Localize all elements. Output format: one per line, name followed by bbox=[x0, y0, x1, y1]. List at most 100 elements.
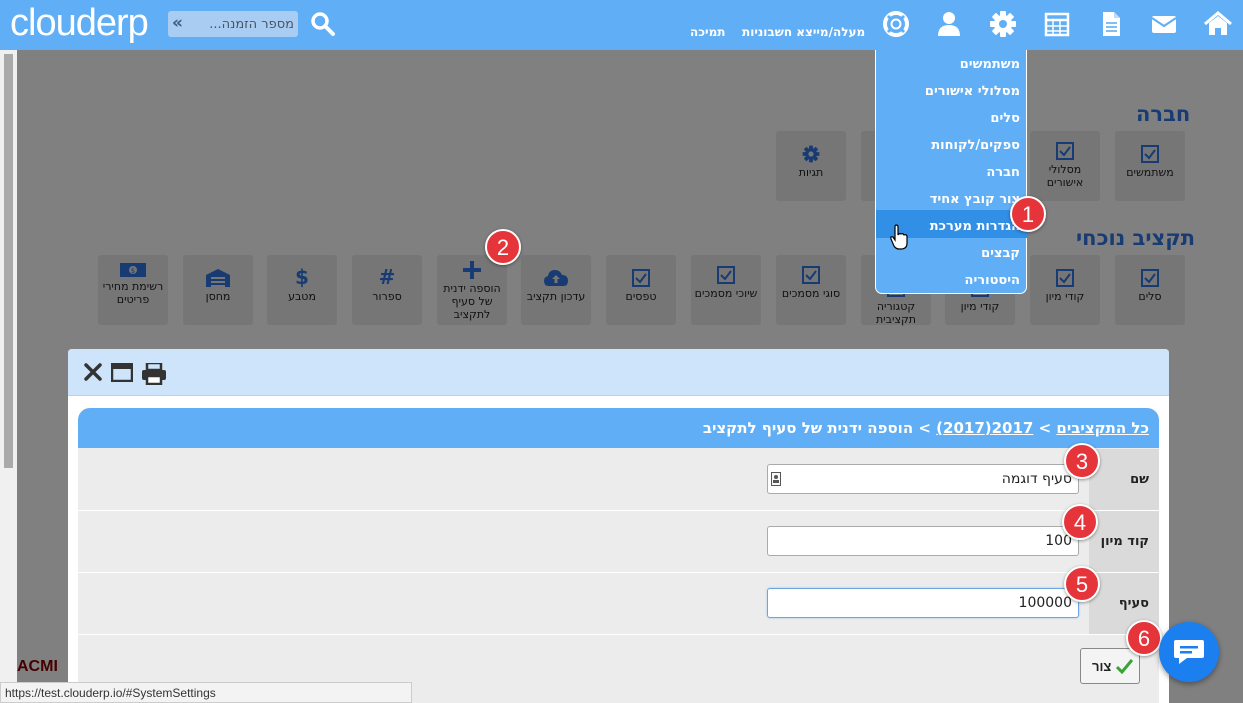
tile-tags[interactable]: תגיות bbox=[776, 131, 846, 201]
tile-baskets[interactable]: סלים bbox=[1115, 255, 1185, 325]
top-bar: clouderp « מעלה/מייצא חשבוניות תמיכה bbox=[0, 0, 1243, 50]
hash-icon: # bbox=[378, 265, 396, 289]
dollar-icon: $ bbox=[295, 265, 309, 289]
section-title-budget: תקציב נוכחי bbox=[1076, 226, 1196, 250]
checkbox-icon bbox=[1056, 269, 1074, 287]
support-link[interactable]: תמיכה bbox=[690, 25, 725, 39]
menu-item-system-settings[interactable]: הגדרות מערכת bbox=[930, 219, 1020, 234]
checkbox-icon bbox=[632, 269, 650, 287]
settings-dropdown-menu: משתמשים מסלולי אישורים סלים ספקים/לקוחות… bbox=[875, 50, 1028, 294]
tile-label: עדכון תקציב bbox=[526, 290, 586, 303]
maximize-window-icon[interactable] bbox=[111, 363, 133, 382]
page-scrollbar[interactable] bbox=[0, 50, 17, 685]
breadcrumb-current: הוספה ידנית של סעיף לתקציב bbox=[702, 419, 914, 437]
modal-toolbar bbox=[68, 349, 1169, 396]
scrollbar-thumb[interactable] bbox=[4, 54, 13, 468]
print-icon[interactable] bbox=[142, 363, 166, 385]
tile-document-types[interactable]: סוגי מסמכים bbox=[776, 255, 846, 325]
breadcrumb-all-budgets[interactable]: כל התקציבים bbox=[1056, 419, 1149, 437]
breadcrumb-budget[interactable]: 2017(2017) bbox=[936, 419, 1033, 437]
annotation-badge-2: 2 bbox=[485, 229, 521, 265]
annotation-badge-6: 6 bbox=[1126, 620, 1162, 656]
tile-label: סוגי מסמכים bbox=[781, 287, 841, 300]
gear-icon[interactable] bbox=[989, 10, 1017, 38]
breadcrumb-separator: > bbox=[1033, 419, 1057, 437]
tile-label: שיוכי מסמכים bbox=[694, 287, 758, 300]
contact-card-icon bbox=[771, 472, 781, 486]
tile-numbering[interactable]: # ספרור bbox=[352, 255, 422, 325]
tile-label: קודי מיון bbox=[1045, 290, 1085, 303]
tile-approval-routes[interactable]: מסלולי אישורים bbox=[1030, 131, 1100, 201]
gear-icon bbox=[802, 145, 820, 163]
budget-item-modal: כל התקציבים > 2017(2017) > הוספה ידנית ש… bbox=[68, 349, 1169, 703]
close-icon[interactable] bbox=[84, 363, 102, 381]
annotation-badge-3: 3 bbox=[1064, 443, 1100, 479]
sort-code-input[interactable] bbox=[767, 526, 1079, 556]
tile-document-assignments[interactable]: שיוכי מסמכים bbox=[691, 255, 761, 325]
menu-item-approval-routes[interactable]: מסלולי אישורים bbox=[925, 84, 1020, 99]
annotation-badge-1: 1 bbox=[1010, 196, 1046, 232]
section-title-company: חברה bbox=[1136, 102, 1191, 126]
tile-label: משתמשים bbox=[1126, 166, 1174, 179]
form-row-sort-code: קוד מיון bbox=[78, 511, 1159, 573]
home-icon[interactable] bbox=[1204, 10, 1232, 38]
document-icon[interactable] bbox=[1097, 10, 1125, 38]
search-icon[interactable] bbox=[310, 11, 336, 37]
form-row-name: שם bbox=[78, 449, 1159, 511]
banknote-icon: $ bbox=[120, 263, 146, 277]
envelope-icon[interactable] bbox=[1150, 10, 1178, 38]
tile-label: קטגוריה תקציבית bbox=[875, 300, 917, 326]
order-search-input[interactable] bbox=[194, 14, 294, 34]
checkbox-icon bbox=[1056, 142, 1074, 160]
user-icon[interactable] bbox=[935, 10, 963, 38]
svg-text:$: $ bbox=[131, 267, 135, 275]
background-logo-fragment: ACMI bbox=[17, 658, 58, 675]
menu-item-suppliers-customers[interactable]: ספקים/לקוחות bbox=[931, 138, 1020, 153]
order-search: « bbox=[168, 11, 298, 37]
form-row-item: סעיף bbox=[78, 573, 1159, 635]
upload-invoices-link[interactable]: מעלה/מייצא חשבוניות bbox=[742, 25, 865, 39]
menu-item-history[interactable]: היסטוריה bbox=[965, 273, 1020, 288]
tile-price-list[interactable]: $ רשימת מחירי פריטים bbox=[98, 255, 168, 325]
chat-button[interactable] bbox=[1159, 622, 1219, 682]
menu-item-users[interactable]: משתמשים bbox=[960, 57, 1020, 72]
tile-currency[interactable]: $ מטבע bbox=[267, 255, 337, 325]
menu-item-create-unified-file[interactable]: צור קובץ אחיד bbox=[930, 192, 1020, 207]
menu-item-files[interactable]: קבצים bbox=[981, 246, 1020, 261]
tile-forms[interactable]: טפסים bbox=[606, 255, 676, 325]
breadcrumb: כל התקציבים > 2017(2017) > הוספה ידנית ש… bbox=[78, 408, 1159, 448]
create-button-label: צור bbox=[1092, 659, 1112, 674]
checkbox-icon bbox=[717, 266, 735, 284]
item-input[interactable] bbox=[767, 588, 1079, 618]
name-input[interactable] bbox=[767, 464, 1079, 494]
checkbox-icon bbox=[802, 266, 820, 284]
tile-label: תגיות bbox=[798, 166, 824, 179]
budget-table-icon[interactable] bbox=[1043, 10, 1071, 38]
lifebuoy-icon[interactable] bbox=[882, 10, 910, 38]
logo[interactable]: clouderp bbox=[10, 2, 149, 45]
tile-hidden-partial[interactable] bbox=[861, 131, 875, 201]
chevrons-left-icon[interactable]: « bbox=[172, 13, 183, 33]
tile-label: סלים bbox=[1138, 290, 1162, 303]
checkbox-icon bbox=[1141, 145, 1159, 163]
breadcrumb-separator: > bbox=[913, 419, 937, 437]
hand-pointer-icon bbox=[890, 224, 908, 250]
tile-warehouse[interactable]: מחסן bbox=[183, 255, 253, 325]
chat-bubble-icon bbox=[1174, 640, 1204, 664]
warehouse-icon bbox=[206, 269, 230, 287]
cloud-upload-icon bbox=[544, 270, 568, 286]
menu-item-company[interactable]: חברה bbox=[986, 165, 1020, 180]
tile-users[interactable]: משתמשים bbox=[1115, 131, 1185, 201]
annotation-badge-4: 4 bbox=[1062, 504, 1098, 540]
tile-budget-update[interactable]: עדכון תקציב bbox=[521, 255, 591, 325]
tile-label: ספרור bbox=[372, 290, 402, 303]
sort-code-label: קוד מיון bbox=[1089, 511, 1159, 572]
tile-label: טפסים bbox=[625, 290, 657, 303]
tile-label: מחסן bbox=[205, 290, 231, 303]
checkmark-icon bbox=[1116, 659, 1133, 674]
menu-item-baskets[interactable]: סלים bbox=[990, 111, 1020, 126]
tile-manual-add-budget-item[interactable]: הוספה ידנית של סעיף לתקציב bbox=[437, 255, 507, 325]
form-panel: כל התקציבים > 2017(2017) > הוספה ידנית ש… bbox=[78, 408, 1159, 703]
create-button[interactable]: צור bbox=[1080, 648, 1140, 684]
tile-sort-codes[interactable]: קודי מיון bbox=[1030, 255, 1100, 325]
